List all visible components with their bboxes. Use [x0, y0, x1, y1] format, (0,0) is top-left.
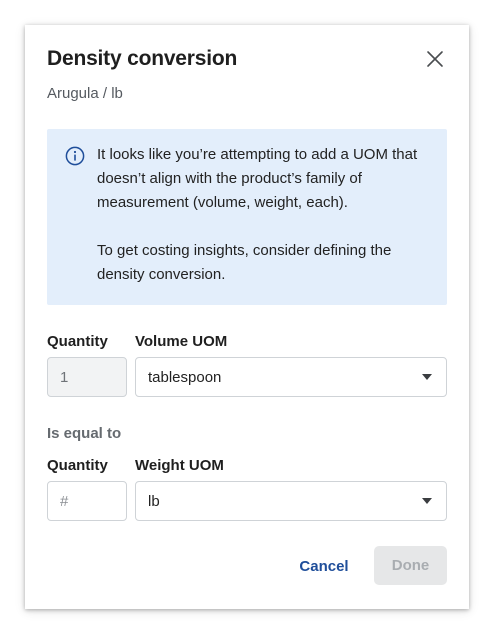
volume-uom-label: Volume UOM — [135, 333, 228, 350]
weight-uom-label: Weight UOM — [135, 457, 224, 474]
volume-quantity-value: 1 — [60, 368, 69, 386]
weight-uom-select[interactable]: lb — [135, 481, 447, 521]
dialog-subtitle: Arugula / lb — [47, 85, 123, 102]
info-paragraph-1: It looks like you’re attempting to add a… — [97, 146, 418, 211]
weight-quantity-label: Quantity — [47, 457, 108, 474]
weight-quantity-field[interactable] — [47, 481, 127, 521]
volume-quantity-label: Quantity — [47, 333, 108, 350]
weight-quantity-input[interactable] — [60, 492, 126, 510]
chevron-down-icon — [422, 498, 432, 504]
close-button[interactable] — [425, 49, 445, 69]
done-button[interactable]: Done — [374, 546, 447, 585]
volume-quantity-field: 1 — [47, 357, 127, 397]
dialog-title: Density conversion — [47, 47, 238, 70]
is-equal-to-label: Is equal to — [47, 425, 122, 442]
chevron-down-icon — [422, 374, 432, 380]
info-icon — [65, 146, 85, 166]
density-conversion-dialog: Density conversion Arugula / lb It looks… — [25, 25, 469, 609]
volume-uom-value: tablespoon — [148, 368, 222, 386]
cancel-button[interactable]: Cancel — [289, 546, 359, 586]
weight-uom-value: lb — [148, 492, 160, 510]
info-banner: It looks like you’re attempting to add a… — [47, 129, 447, 305]
info-message: It looks like you’re attempting to add a… — [97, 143, 437, 287]
close-icon — [427, 51, 443, 67]
volume-uom-select[interactable]: tablespoon — [135, 357, 447, 397]
info-paragraph-2: To get costing insights, consider defini… — [97, 242, 392, 283]
